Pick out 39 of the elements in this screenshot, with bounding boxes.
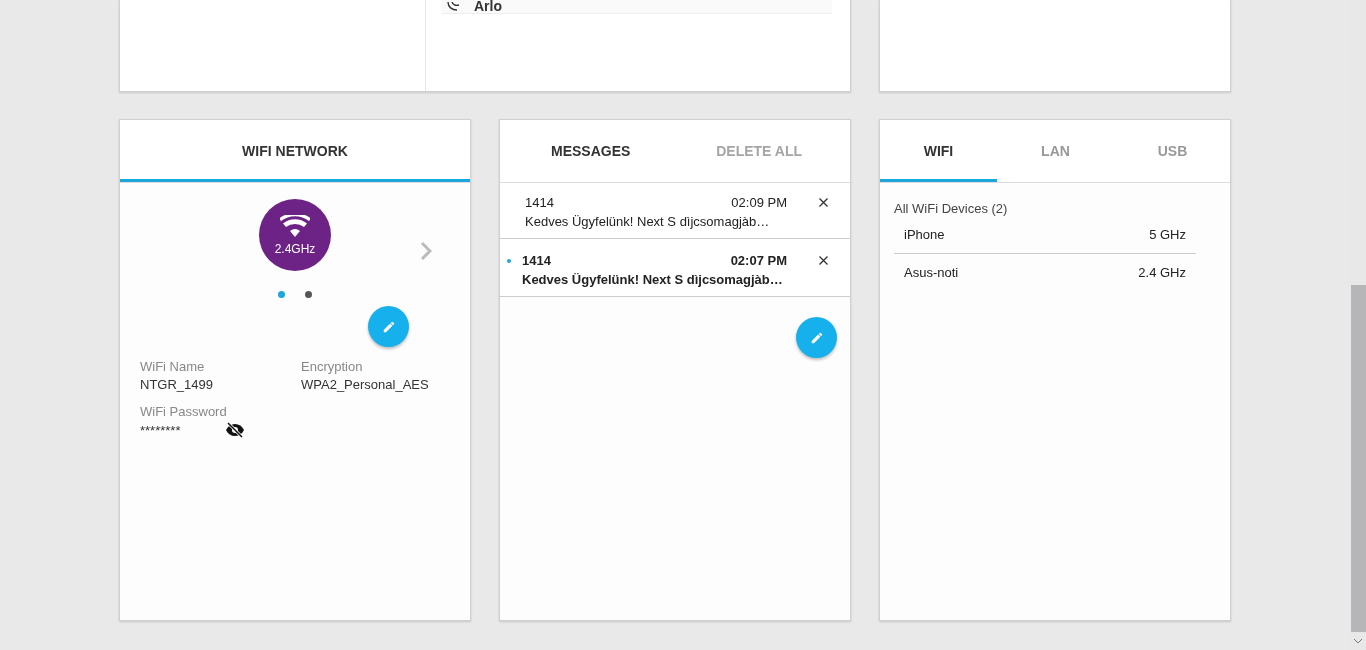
message-item[interactable]: 1414 02:07 PM Kedves Ügyfelünk! Next S dìjcsomagjàb… [500,239,850,297]
unread-dot [507,258,511,263]
field-value: NTGR_1499 [140,377,213,392]
compose-button[interactable] [796,317,837,358]
tab[interactable]: WIFI NETWORK [120,120,470,182]
edit-button[interactable] [368,306,409,347]
page-dot[interactable] [305,291,312,298]
message-preview: Kedves Ügyfelünk! Next S dìjcsomagjàb… [525,214,771,229]
field-value: WPA2_Personal_AES [301,377,429,392]
field-label: WiFi Name [140,358,206,376]
message-time: 02:07 PM [730,253,787,268]
message-time: 02:09 PM [731,195,787,210]
pencil-icon [809,330,824,345]
field-value: ******** [140,422,181,438]
close-icon[interactable] [819,256,828,265]
next-icon[interactable] [420,241,432,261]
wifi-icon [280,214,310,237]
pencil-icon [381,319,396,334]
message-preview: Kedves Ügyfelünk! Next S dìjcsomagjàb… [522,272,784,287]
field-label: Encryption [301,358,364,376]
panel-title: MESSAGES [551,143,631,159]
close-icon[interactable] [819,198,828,207]
eye-slash-icon[interactable] [225,422,246,438]
message-item[interactable]: 1414 02:09 PM Kedves Ügyfelünk! Next S dìjcsomagjàb… [500,183,850,239]
device-name: iPhone [904,227,945,242]
band-label: 2.4GHz [274,241,316,256]
field-label: WiFi Password [140,403,228,421]
scrollbar-thumb[interactable] [1351,285,1366,632]
message-sender: 1414 [522,253,552,268]
message-sender: 1414 [525,195,555,210]
page-dot[interactable] [278,291,285,298]
device-name: Asus-noti [904,265,959,280]
group-label: All WiFi Devices (2) [893,200,1009,216]
device-name: Arlo [474,0,502,13]
frequency-text: 2.4 GHz [1138,265,1186,280]
scroll-down-icon[interactable] [1353,638,1363,644]
list-row[interactable]: Arlo [442,0,832,14]
frequency-text: 5 GHz [1149,227,1186,242]
tab[interactable]: WIFI [880,120,997,182]
